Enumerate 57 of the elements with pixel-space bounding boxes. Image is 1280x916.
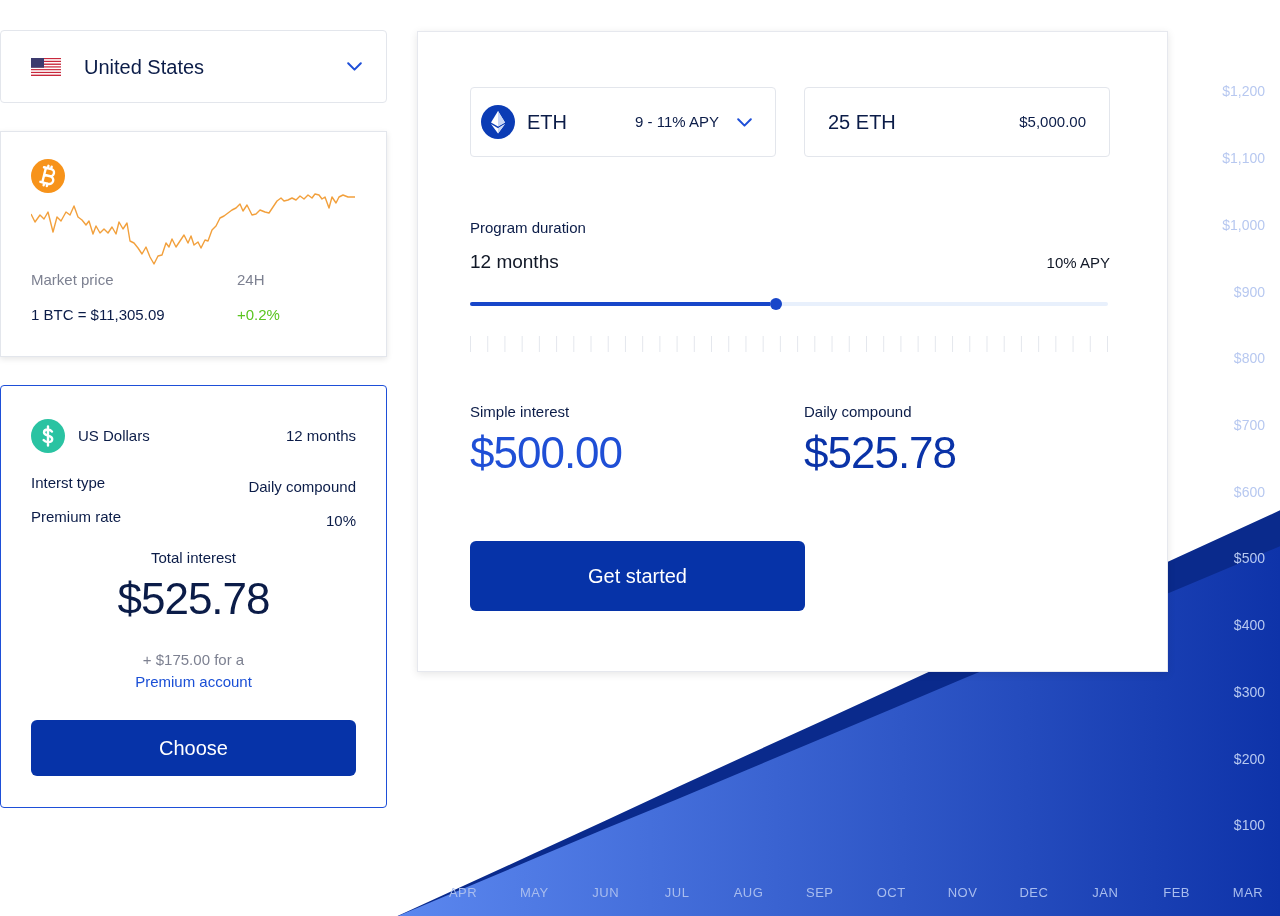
plan-card[interactable]: US Dollars 12 months Interst type Daily compound Premium rate 10% Total interest $525.78 + $175.00 for a Premium account Choose xyxy=(0,385,387,808)
y-axis-label: $300 xyxy=(1233,683,1265,700)
dollar-icon xyxy=(31,419,65,453)
result-value: $500.00 xyxy=(470,428,623,478)
premium-note: + $175.00 for a xyxy=(142,650,245,670)
apy-rate: 10% APY xyxy=(1046,253,1110,273)
premium-account-link[interactable]: Premium account xyxy=(135,671,252,693)
result-label: Daily compound xyxy=(804,402,912,422)
detail-value: Daily compound xyxy=(248,477,356,497)
detail-value: 10% xyxy=(325,511,356,531)
x-axis-label: DEC xyxy=(1019,885,1049,900)
chevron-down-icon xyxy=(347,62,362,71)
y-axis-label: $1,000 xyxy=(1222,216,1265,233)
x-axis-label: JUL xyxy=(664,885,690,900)
duration-label: Program duration xyxy=(470,218,586,238)
btc-price: 1 BTC = $11,305.09 xyxy=(31,305,165,325)
result-label: Simple interest xyxy=(470,402,570,422)
x-axis-label: APR xyxy=(448,885,478,900)
y-axis-label: $700 xyxy=(1233,416,1265,433)
y-axis-label: $1,100 xyxy=(1222,150,1265,166)
bitcoin-icon xyxy=(31,159,65,193)
y-axis-label: $900 xyxy=(1233,283,1265,300)
x-axis-label: JUN xyxy=(592,885,620,900)
get-started-button[interactable]: Get started xyxy=(470,541,805,611)
price-change: +0.2% xyxy=(237,305,280,325)
x-axis-label: FEB xyxy=(1163,885,1190,900)
x-axis-label: OCT xyxy=(876,885,906,900)
asset-select[interactable]: ETH 9 - 11% APY xyxy=(470,87,776,157)
x-axis-label: NOV xyxy=(947,885,978,900)
y-axis-label: $600 xyxy=(1233,483,1265,500)
choose-button[interactable]: Choose xyxy=(31,720,356,776)
y-axis-label: $1,200 xyxy=(1222,83,1265,100)
y-axis-label: $200 xyxy=(1233,750,1265,767)
duration-value: 12 months xyxy=(470,250,559,274)
x-axis-label: JAN xyxy=(1092,885,1119,900)
result-value: $525.78 xyxy=(804,428,957,478)
y-axis-label: $100 xyxy=(1233,817,1265,834)
term-value: 12 months xyxy=(285,426,356,446)
total-amount: $525.78 xyxy=(117,574,270,624)
x-axis-label: MAY xyxy=(520,885,549,900)
slider-thumb[interactable] xyxy=(770,298,783,310)
period-label: 24H xyxy=(237,270,265,290)
amount-field[interactable]: 25 ETH $5,000.00 xyxy=(804,87,1110,157)
x-axis-label: SEP xyxy=(806,885,834,900)
y-axis-label: $500 xyxy=(1233,550,1265,567)
y-axis-label: $800 xyxy=(1233,350,1265,367)
market-price-label: Market price xyxy=(31,270,114,290)
detail-label: Premium rate xyxy=(31,507,122,527)
chevron-down-icon xyxy=(737,117,752,127)
currency-name: US Dollars xyxy=(78,426,150,446)
total-label: Total interest xyxy=(150,548,236,568)
x-axis-label: MAR xyxy=(1232,885,1264,900)
y-axis-label: $400 xyxy=(1233,617,1265,634)
detail-label: Interst type xyxy=(31,473,106,493)
country-select[interactable]: United States xyxy=(0,30,387,103)
x-axis-label: AUG xyxy=(733,885,764,900)
flag-icon xyxy=(31,57,61,76)
